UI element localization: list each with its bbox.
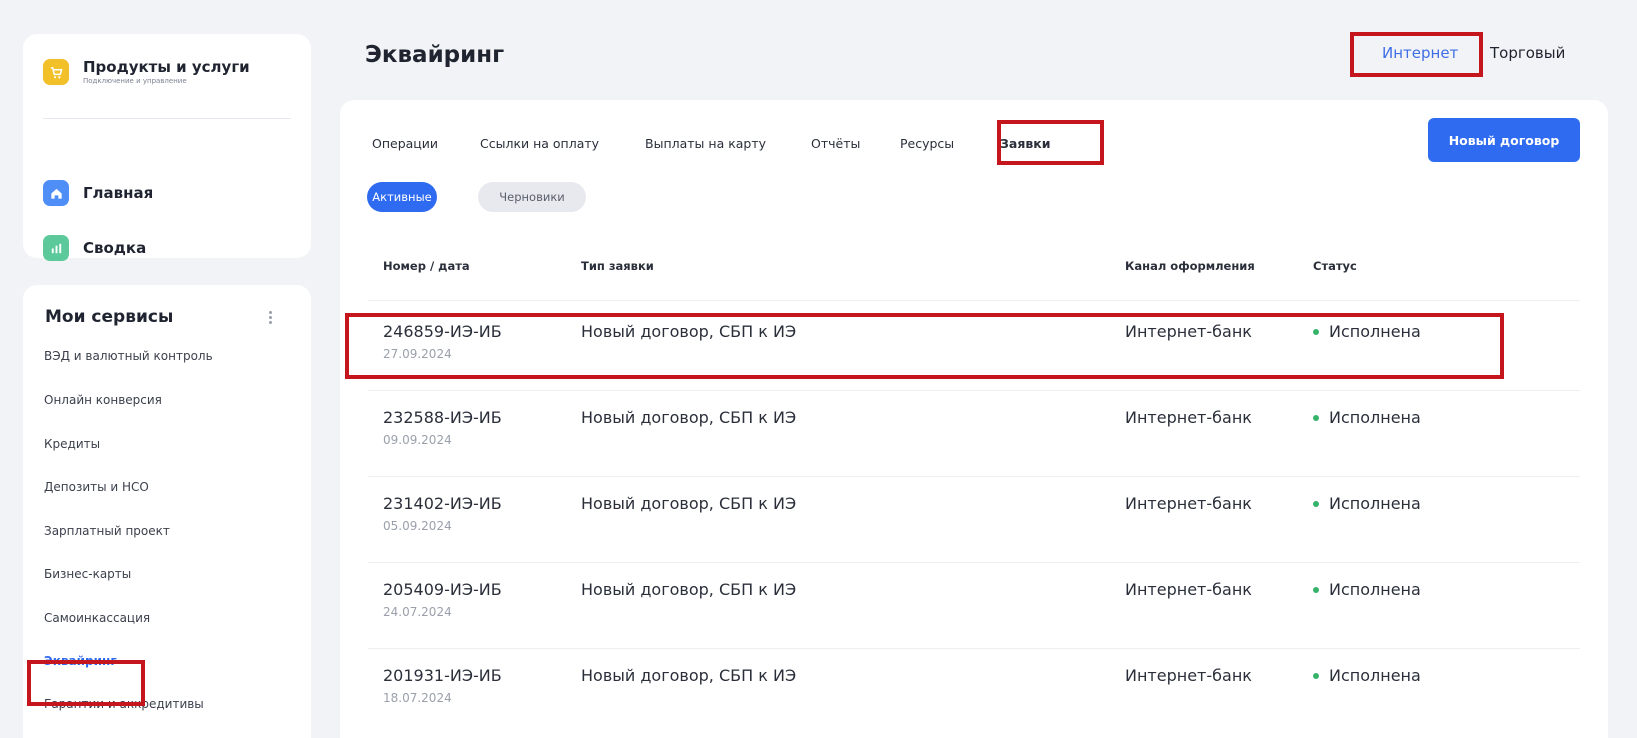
request-date: 05.09.2024 [383, 519, 452, 533]
filter-active[interactable]: Активные [367, 182, 437, 212]
request-number: 232588-ИЭ-ИБ [383, 408, 502, 427]
products-subtitle: Подключение и управление [83, 77, 187, 85]
status-dot-icon [1313, 672, 1319, 679]
home-icon [43, 180, 69, 206]
request-type: Новый договор, СБП к ИЭ [581, 494, 797, 513]
tab-payment-links[interactable]: Ссылки на оплату [480, 136, 599, 151]
services-title: Мои сервисы [45, 307, 174, 327]
request-status: Исполнена [1313, 408, 1421, 427]
mode-trade[interactable]: Торговый [1490, 44, 1565, 62]
request-status: Исполнена [1313, 580, 1421, 599]
service-item-deposits[interactable]: Депозиты и НСО [44, 480, 149, 494]
request-number: 201931-ИЭ-ИБ [383, 666, 502, 685]
service-item-credits[interactable]: Кредиты [44, 437, 100, 451]
request-status: Исполнена [1313, 666, 1421, 685]
products-title: Продукты и услуги [83, 58, 250, 76]
service-item-conversion[interactable]: Онлайн конверсия [44, 393, 162, 407]
filter-drafts[interactable]: Черновики [478, 182, 586, 212]
request-date: 18.07.2024 [383, 691, 452, 705]
request-channel: Интернет-банк [1125, 666, 1252, 685]
table-row[interactable]: 246859-ИЭ-ИБ 27.09.2024 Новый договор, С… [368, 301, 1580, 391]
request-channel: Интернет-банк [1125, 408, 1252, 427]
request-channel: Интернет-банк [1125, 322, 1252, 341]
status-dot-icon [1313, 500, 1319, 507]
request-type: Новый договор, СБП к ИЭ [581, 408, 797, 427]
service-item-salary[interactable]: Зарплатный проект [44, 524, 170, 538]
new-contract-button[interactable]: Новый договор [1428, 118, 1580, 162]
service-item-self-collection[interactable]: Самоинкассация [44, 611, 150, 625]
nav-item-home[interactable]: Главная [43, 180, 153, 206]
main-card: Операции Ссылки на оплату Выплаты на кар… [340, 100, 1608, 738]
tab-reports[interactable]: Отчёты [811, 136, 860, 151]
chart-icon [43, 235, 69, 261]
request-number: 246859-ИЭ-ИБ [383, 322, 502, 341]
nav-item-label: Главная [83, 184, 154, 202]
status-label: Исполнена [1329, 322, 1421, 341]
request-date: 27.09.2024 [383, 347, 452, 361]
status-label: Исполнена [1329, 666, 1421, 685]
nav-item-summary[interactable]: Сводка [43, 235, 146, 261]
request-status: Исполнена [1313, 494, 1421, 513]
tab-resources[interactable]: Ресурсы [900, 136, 954, 151]
request-date: 09.09.2024 [383, 433, 452, 447]
tab-operations[interactable]: Операции [372, 136, 438, 151]
table-row[interactable]: 232588-ИЭ-ИБ 09.09.2024 Новый договор, С… [368, 387, 1580, 477]
request-type: Новый договор, СБП к ИЭ [581, 666, 797, 685]
status-label: Исполнена [1329, 580, 1421, 599]
tab-requests[interactable]: Заявки [1000, 136, 1051, 151]
request-type: Новый договор, СБП к ИЭ [581, 322, 797, 341]
column-header-number: Номер / дата [383, 259, 470, 273]
service-item-ved[interactable]: ВЭД и валютный контроль [44, 349, 213, 363]
column-header-type: Тип заявки [581, 259, 654, 273]
service-item-guarantees[interactable]: Гарантии и аккредитивы [44, 697, 204, 711]
request-number: 231402-ИЭ-ИБ [383, 494, 502, 513]
table-row[interactable]: 205409-ИЭ-ИБ 24.07.2024 Новый договор, С… [368, 559, 1580, 649]
cart-icon [43, 59, 69, 85]
status-dot-icon [1313, 414, 1319, 421]
page-title: Эквайринг [365, 42, 505, 68]
column-header-status: Статус [1313, 259, 1357, 273]
table-row[interactable]: 201931-ИЭ-ИБ 18.07.2024 Новый договор, С… [368, 645, 1580, 735]
request-channel: Интернет-банк [1125, 580, 1252, 599]
request-status: Исполнена [1313, 322, 1421, 341]
divider [43, 118, 291, 119]
status-label: Исполнена [1329, 494, 1421, 513]
service-item-business-cards[interactable]: Бизнес-карты [44, 567, 131, 581]
products-header[interactable]: Продукты и услуги Подключение и управлен… [43, 58, 250, 86]
service-item-acquiring[interactable]: Эквайринг [44, 654, 117, 668]
request-type: Новый договор, СБП к ИЭ [581, 580, 797, 599]
services-card: Мои сервисы ВЭД и валютный контроль Онла… [23, 285, 311, 738]
nav-item-label: Сводка [83, 239, 147, 257]
status-dot-icon [1313, 586, 1319, 593]
more-options-icon[interactable] [266, 309, 274, 329]
products-card: Продукты и услуги Подключение и управлен… [23, 34, 311, 261]
column-header-channel: Канал оформления [1125, 259, 1255, 273]
request-date: 24.07.2024 [383, 605, 452, 619]
status-dot-icon [1313, 328, 1319, 335]
mode-internet[interactable]: Интернет [1382, 44, 1458, 62]
status-label: Исполнена [1329, 408, 1421, 427]
table-row[interactable]: 231402-ИЭ-ИБ 05.09.2024 Новый договор, С… [368, 473, 1580, 563]
tab-card-payouts[interactable]: Выплаты на карту [645, 136, 766, 151]
request-channel: Интернет-банк [1125, 494, 1252, 513]
request-number: 205409-ИЭ-ИБ [383, 580, 502, 599]
